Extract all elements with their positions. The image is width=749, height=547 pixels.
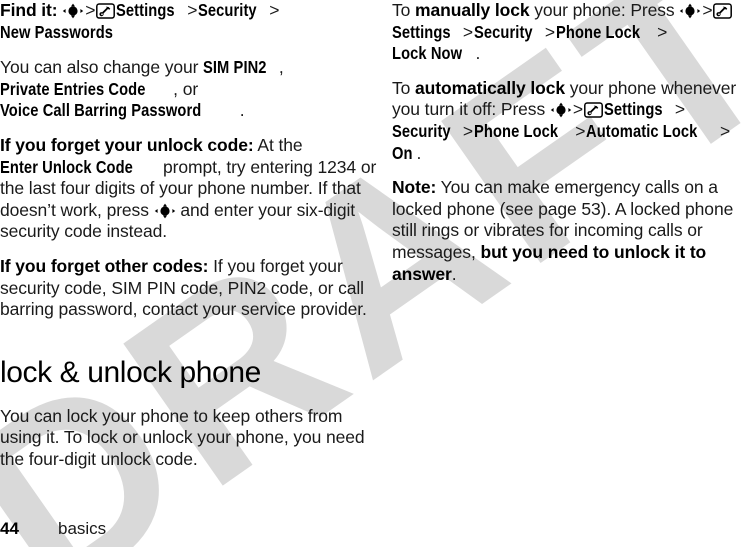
paragraph-change-codes: You can also change your SIM PIN2, Priva… xyxy=(0,57,378,122)
find-it-item-security: Security xyxy=(198,0,258,20)
manual-lock-sep-2: > xyxy=(462,21,473,42)
term-voice-call-barring-password: Voice Call Barring Password xyxy=(0,100,202,121)
find-it-sep-2: > xyxy=(187,0,198,20)
find-it-label: Find it: xyxy=(0,0,58,20)
term-enter-unlock-code: Enter Unlock Code xyxy=(0,156,133,177)
heading-spacer xyxy=(0,334,378,356)
manual-lock-bold: manually lock xyxy=(415,0,530,20)
auto-lock-item-phone-lock: Phone Lock xyxy=(474,120,559,141)
manual-lock-text-2: your phone: Press xyxy=(529,0,680,20)
auto-lock-sep-2: > xyxy=(674,99,685,120)
find-it-item-new-passwords: New Passwords xyxy=(0,21,114,42)
manual-lock-tail: . xyxy=(475,43,481,64)
change-codes-mid-1: , xyxy=(278,57,284,78)
navigation-key-icon xyxy=(62,3,84,19)
paragraph-forgot-unlock-code: If you forget your unlock code: At the E… xyxy=(0,135,378,243)
auto-lock-sep-1: > xyxy=(572,99,583,120)
page-number: 44 xyxy=(0,519,19,538)
find-it-item-settings: Settings xyxy=(116,0,176,20)
manual-lock-item-lock-now: Lock Now xyxy=(392,43,463,64)
left-column: Find it: > Settings >Security >New Password… xyxy=(0,0,378,484)
auto-lock-sep-3: > xyxy=(462,120,473,141)
paragraph-manual-lock: To manually lock your phone: Press > Sett… xyxy=(392,0,749,65)
term-private-entries-code: Private Entries Code xyxy=(0,78,146,99)
navigation-key-icon xyxy=(154,203,176,219)
change-codes-lead: You can also change your xyxy=(0,57,204,78)
note-label: Note: xyxy=(392,177,437,198)
manual-page: Find it: > Settings >Security >New Password… xyxy=(0,0,749,547)
find-it-sep-3: > xyxy=(269,0,280,20)
paragraph-lock-intro: You can lock your phone to keep others f… xyxy=(0,405,365,469)
auto-lock-tail: . xyxy=(416,142,422,163)
page-footer: 44 basics xyxy=(0,519,749,539)
settings-wrench-icon xyxy=(713,3,733,19)
change-codes-mid-2: , or xyxy=(173,78,199,99)
auto-lock-item-settings: Settings xyxy=(604,99,663,120)
manual-lock-item-security: Security xyxy=(473,21,533,42)
forgot-other-lead: If you forget other codes: xyxy=(0,255,209,276)
find-it-sep-1: > xyxy=(85,0,96,20)
section-heading-lock-unlock-phone: lock & unlock phone xyxy=(0,355,261,389)
manual-lock-text-1: To xyxy=(392,0,416,20)
auto-lock-item-on: On xyxy=(392,142,413,163)
manual-lock-item-phone-lock: Phone Lock xyxy=(555,21,641,42)
forgot-unlock-lead: If you forget your unlock code: xyxy=(0,134,254,155)
settings-wrench-icon xyxy=(584,102,604,119)
right-column: To manually lock your phone: Press > Sett… xyxy=(392,0,749,298)
find-it-path: Find it: > Settings >Security >New Password… xyxy=(0,0,378,43)
navigation-key-icon xyxy=(550,102,572,118)
auto-lock-bold: automatically lock xyxy=(415,77,565,98)
auto-lock-sep-5: > xyxy=(719,120,731,141)
auto-lock-item-security: Security xyxy=(392,120,451,141)
paragraph-forgot-other-codes: If you forget other codes: If you forget… xyxy=(0,256,378,321)
manual-lock-sep-3: > xyxy=(544,21,555,42)
manual-lock-sep-1: > xyxy=(702,0,713,20)
footer-section-name: basics xyxy=(58,519,107,538)
paragraph-note: Note: You can make emergency calls on a … xyxy=(392,177,749,285)
manual-lock-item-settings: Settings xyxy=(392,21,451,42)
note-tail: . xyxy=(451,263,457,284)
auto-lock-text-1: To xyxy=(392,77,416,98)
forgot-unlock-text-1: At the xyxy=(253,134,303,155)
auto-lock-sep-4: > xyxy=(575,120,586,141)
auto-lock-item-automatic-lock: Automatic Lock xyxy=(586,120,698,141)
manual-lock-sep-4: > xyxy=(657,21,668,42)
change-codes-tail: . xyxy=(239,100,245,121)
navigation-key-icon xyxy=(679,3,701,19)
term-sim-pin2: SIM PIN2 xyxy=(203,57,267,78)
settings-wrench-icon xyxy=(96,3,116,19)
paragraph-automatic-lock: To automatically lock your phone wheneve… xyxy=(392,78,749,164)
